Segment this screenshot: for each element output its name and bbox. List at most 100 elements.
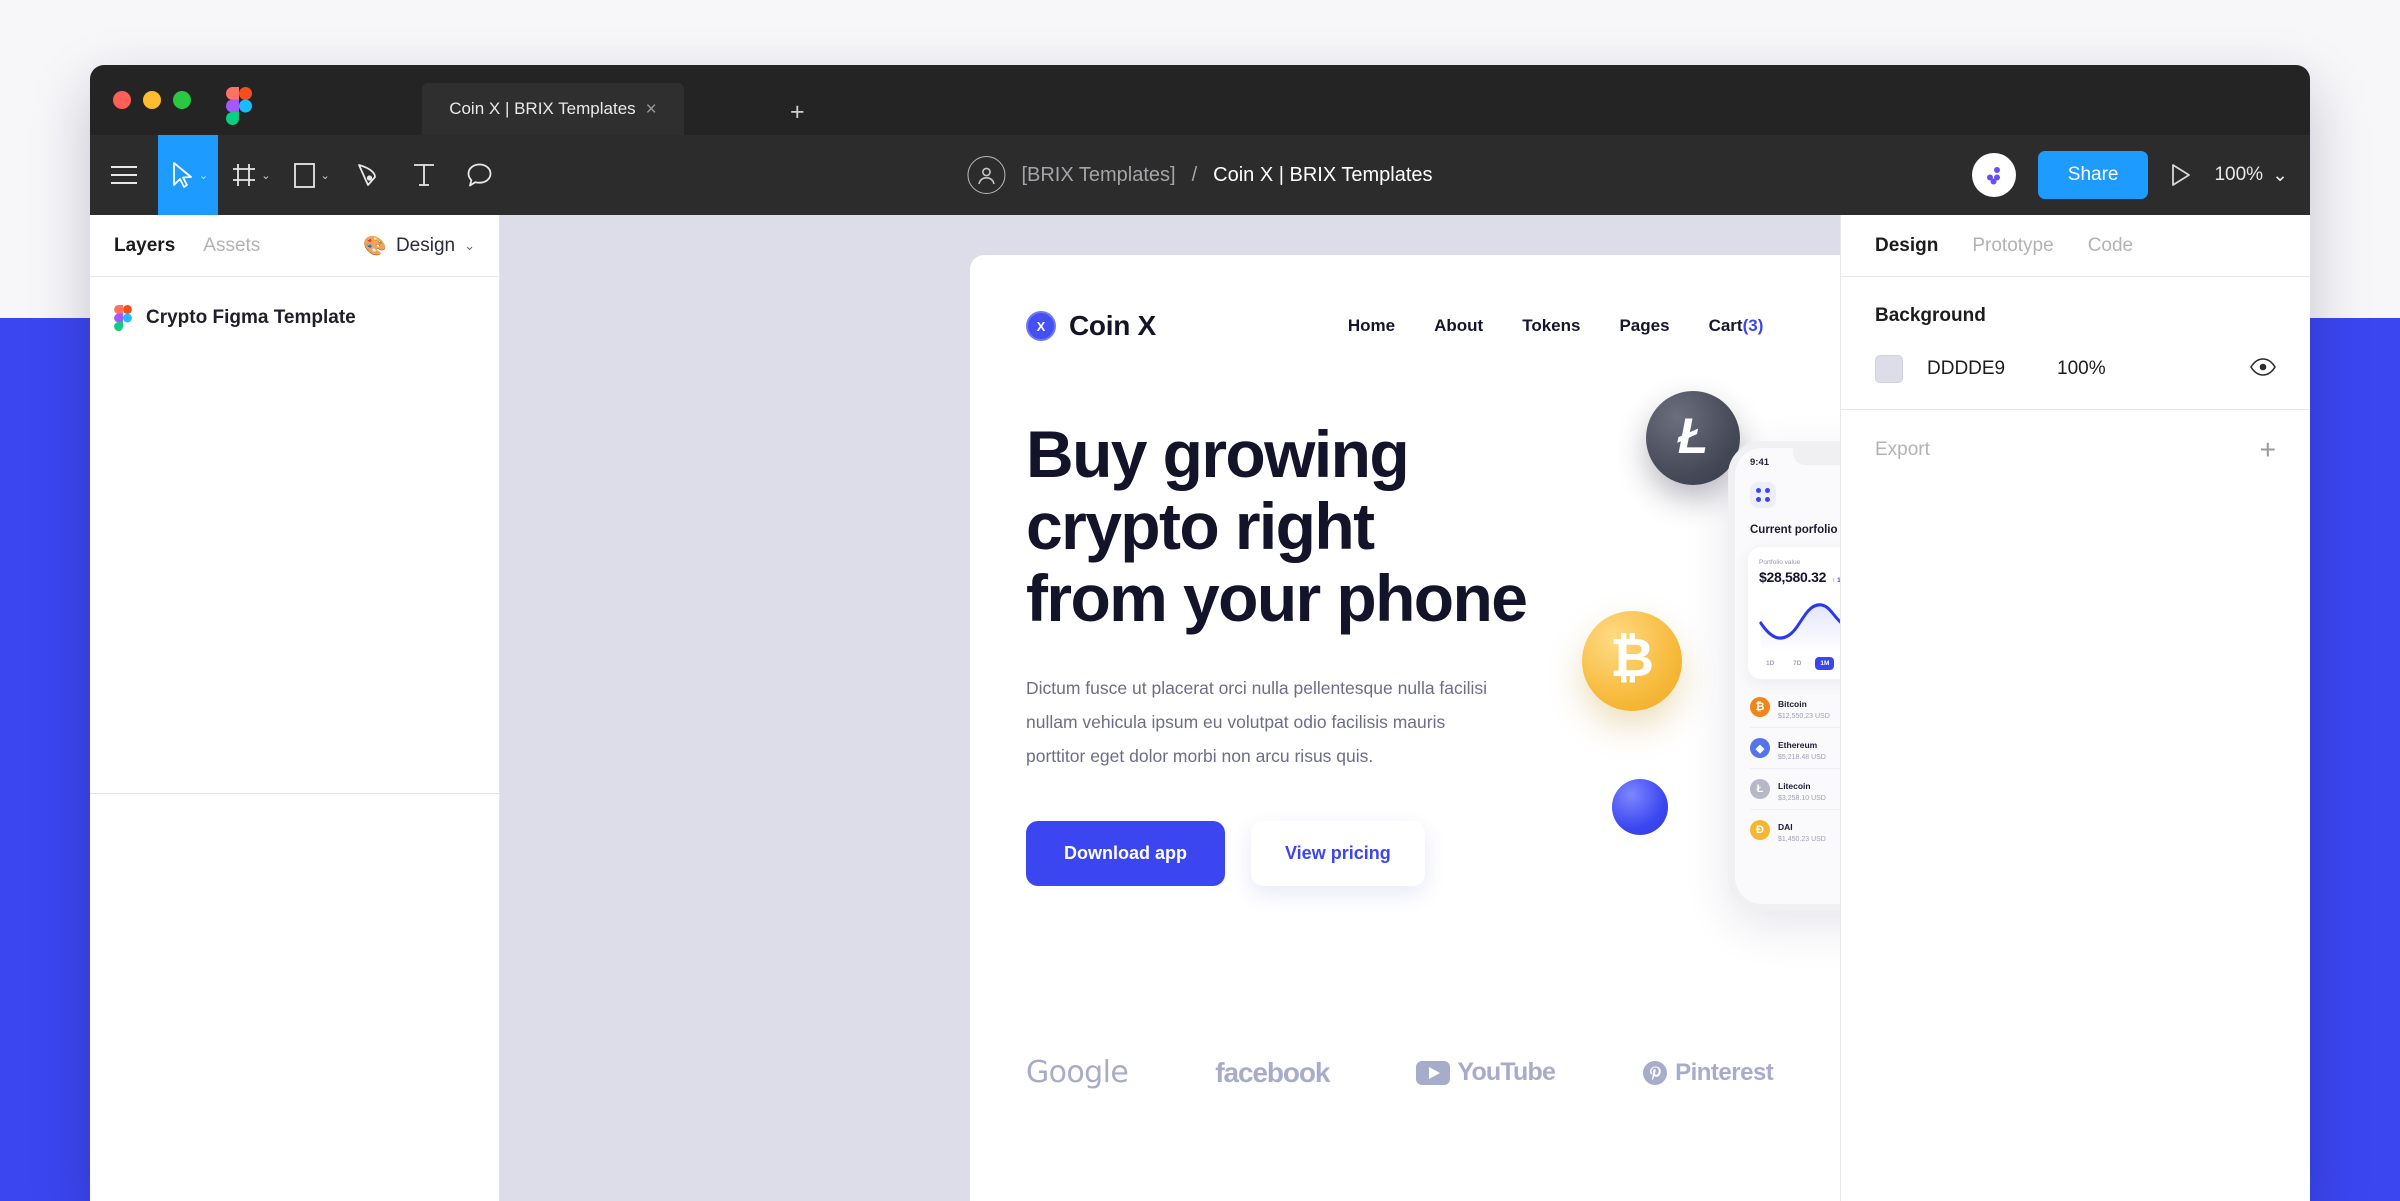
coin-x-logo-icon: X (1026, 311, 1056, 341)
dai-icon: Đ (1750, 820, 1770, 840)
nav-link-home[interactable]: Home (1348, 316, 1395, 336)
coin-name: Ethereum (1778, 740, 1818, 750)
add-export-button[interactable]: + (2260, 436, 2276, 464)
background-opacity-input[interactable]: 100% (2057, 358, 2106, 380)
portfolio-value-row: $28,580.32 ↑ 12.34% (1759, 569, 1840, 585)
figma-logo-icon (226, 87, 252, 125)
maximize-window-icon[interactable] (173, 91, 191, 109)
shape-tool-icon[interactable]: ⌄ (280, 135, 339, 215)
list-item[interactable]: Ł Litecoin $3,258.10 USD (1750, 769, 1840, 810)
color-swatch[interactable] (1875, 355, 1903, 383)
nav-link-pages[interactable]: Pages (1619, 316, 1669, 336)
collaborator-avatar[interactable] (1971, 153, 2016, 197)
minimize-window-icon[interactable] (143, 91, 161, 109)
hero-paragraph: Dictum fusce ut placerat orci nulla pell… (1026, 677, 1488, 767)
background-row: DDDDE9 100% (1875, 355, 2276, 383)
file-tab[interactable]: Coin X | BRIX Templates × (422, 83, 684, 135)
figma-icon (114, 305, 132, 331)
phone-time: 9:41 (1750, 457, 1770, 468)
new-tab-button[interactable]: + (790, 100, 805, 125)
left-panel-divider (90, 793, 499, 794)
grid-menu-icon[interactable] (1750, 482, 1776, 508)
list-item[interactable]: ◆ Ethereum $5,218.48 USD (1750, 728, 1840, 769)
portfolio-card: Portfolio value $28,580.32 ↑ 12.34% (1748, 547, 1840, 679)
tab-prototype[interactable]: Prototype (1972, 235, 2053, 257)
move-tool-icon[interactable]: ⌄ (158, 135, 219, 215)
background-title: Background (1875, 305, 1986, 326)
visibility-eye-icon[interactable] (2250, 357, 2276, 381)
portfolio-change-badge: ↑ 12.34% (1832, 577, 1840, 584)
partner-logos: Google facebook YouTube Pinterest twitch… (1026, 1055, 1840, 1090)
coin-list: ₿ Bitcoin $12,550.23 USD ◆ Ethereum $5,2… (1735, 687, 1840, 850)
range-1d[interactable]: 1D (1761, 657, 1779, 670)
breadcrumb-separator: / (1191, 163, 1198, 186)
share-button[interactable]: Share (2037, 151, 2149, 199)
list-item[interactable]: Crypto Figma Template (90, 295, 499, 341)
chevron-down-icon: ⌄ (320, 169, 330, 182)
nav-link-cart[interactable]: Cart(3) (1709, 316, 1764, 336)
zoom-control[interactable]: 100% ⌄ (2214, 164, 2288, 187)
export-label: Export (1875, 439, 1930, 460)
coin-price: $12,550.23 USD (1778, 713, 1830, 720)
range-7d[interactable]: 7D (1788, 657, 1806, 670)
portfolio-value-label: Portfolio value (1759, 559, 1801, 566)
background-hex-input[interactable]: DDDDE9 (1927, 358, 2057, 380)
coin-name: Litecoin (1778, 781, 1811, 791)
headline-line-1: Buy growing (1026, 417, 1410, 491)
facebook-logo-icon: facebook (1215, 1056, 1330, 1088)
phone-notch (1793, 448, 1840, 465)
text-tool-icon[interactable] (396, 135, 452, 215)
page-root: Coin X | BRIX Templates × + ⌄ ⌄ ⌄ [BRIX … (0, 0, 2400, 1201)
tab-layers[interactable]: Layers (114, 235, 175, 257)
breadcrumb-project[interactable]: [BRIX Templates] (1021, 164, 1175, 187)
list-item[interactable]: ₿ Bitcoin $12,550.23 USD (1750, 687, 1840, 728)
brand-name: Coin X (1069, 310, 1156, 341)
coin-price: $1,450.23 USD (1778, 836, 1826, 843)
zoom-level-label: 100% (2214, 164, 2264, 185)
hero-copy: Buy growing crypto right from your phone… (1026, 417, 1586, 887)
coin-price: $5,218.48 USD (1778, 754, 1826, 761)
breadcrumb-file[interactable]: Coin X | BRIX Templates (1213, 164, 1432, 187)
hero-illustration: Ł ₿ 9:41 Current porfolio Portfolio valu… (1570, 379, 1840, 1039)
pen-tool-icon[interactable] (340, 135, 396, 215)
phone-header (1735, 468, 1840, 508)
right-panel: Design Prototype Code Background DDDDE9 … (1840, 215, 2310, 1201)
list-item[interactable]: Đ DAI $1,450.23 USD (1750, 810, 1840, 850)
background-section: Background DDDDE9 100% (1841, 277, 2310, 410)
main-menu-icon[interactable] (90, 135, 158, 215)
coin-price: $3,258.10 USD (1778, 795, 1826, 802)
tab-code[interactable]: Code (2088, 235, 2133, 257)
figma-toolbar: ⌄ ⌄ ⌄ [BRIX Templates] / Coin X | BRIX T… (90, 135, 2310, 215)
left-panel-tabs: Layers Assets 🎨 Design ⌄ (90, 215, 499, 277)
nav-link-tokens[interactable]: Tokens (1522, 316, 1580, 336)
layer-name: Crypto Figma Template (146, 307, 356, 328)
site-brand[interactable]: X Coin X (1026, 310, 1156, 342)
view-pricing-button[interactable]: View pricing (1251, 821, 1425, 887)
litecoin-3d-coin-icon: Ł (1646, 391, 1740, 485)
portfolio-value: $28,580.32 (1759, 569, 1827, 585)
design-file-dropdown[interactable]: 🎨 Design ⌄ (363, 234, 475, 258)
chevron-down-icon: ⌄ (2272, 164, 2288, 186)
nav-link-about[interactable]: About (1434, 316, 1483, 336)
close-icon[interactable]: × (646, 100, 657, 119)
download-app-button[interactable]: Download app (1026, 821, 1225, 887)
present-play-icon[interactable] (2170, 163, 2192, 187)
user-avatar-icon[interactable] (967, 156, 1006, 194)
portfolio-chart (1759, 589, 1840, 651)
chevron-down-icon: ⌄ (199, 169, 209, 182)
chart-range-selector: 1D 7D 1M 3M 6M 1Y (1759, 657, 1840, 670)
tab-assets[interactable]: Assets (203, 235, 260, 257)
coin-name: Bitcoin (1778, 699, 1807, 709)
tab-design[interactable]: Design (1875, 235, 1938, 257)
artboard-frame[interactable]: X Coin X Home About Tokens Pages Cart(3)… (970, 255, 1840, 1201)
close-window-icon[interactable] (113, 91, 131, 109)
comment-tool-icon[interactable] (452, 135, 508, 215)
file-tab-label: Coin X | BRIX Templates (449, 99, 636, 118)
range-1m[interactable]: 1M (1815, 657, 1835, 670)
youtube-label: YouTube (1457, 1058, 1556, 1086)
toolbar-right: Share 100% ⌄ (1971, 151, 2288, 199)
litecoin-icon: Ł (1750, 779, 1770, 799)
design-canvas[interactable]: X Coin X Home About Tokens Pages Cart(3)… (500, 215, 1840, 1201)
right-panel-tabs: Design Prototype Code (1841, 215, 2310, 277)
frame-tool-icon[interactable]: ⌄ (218, 135, 280, 215)
